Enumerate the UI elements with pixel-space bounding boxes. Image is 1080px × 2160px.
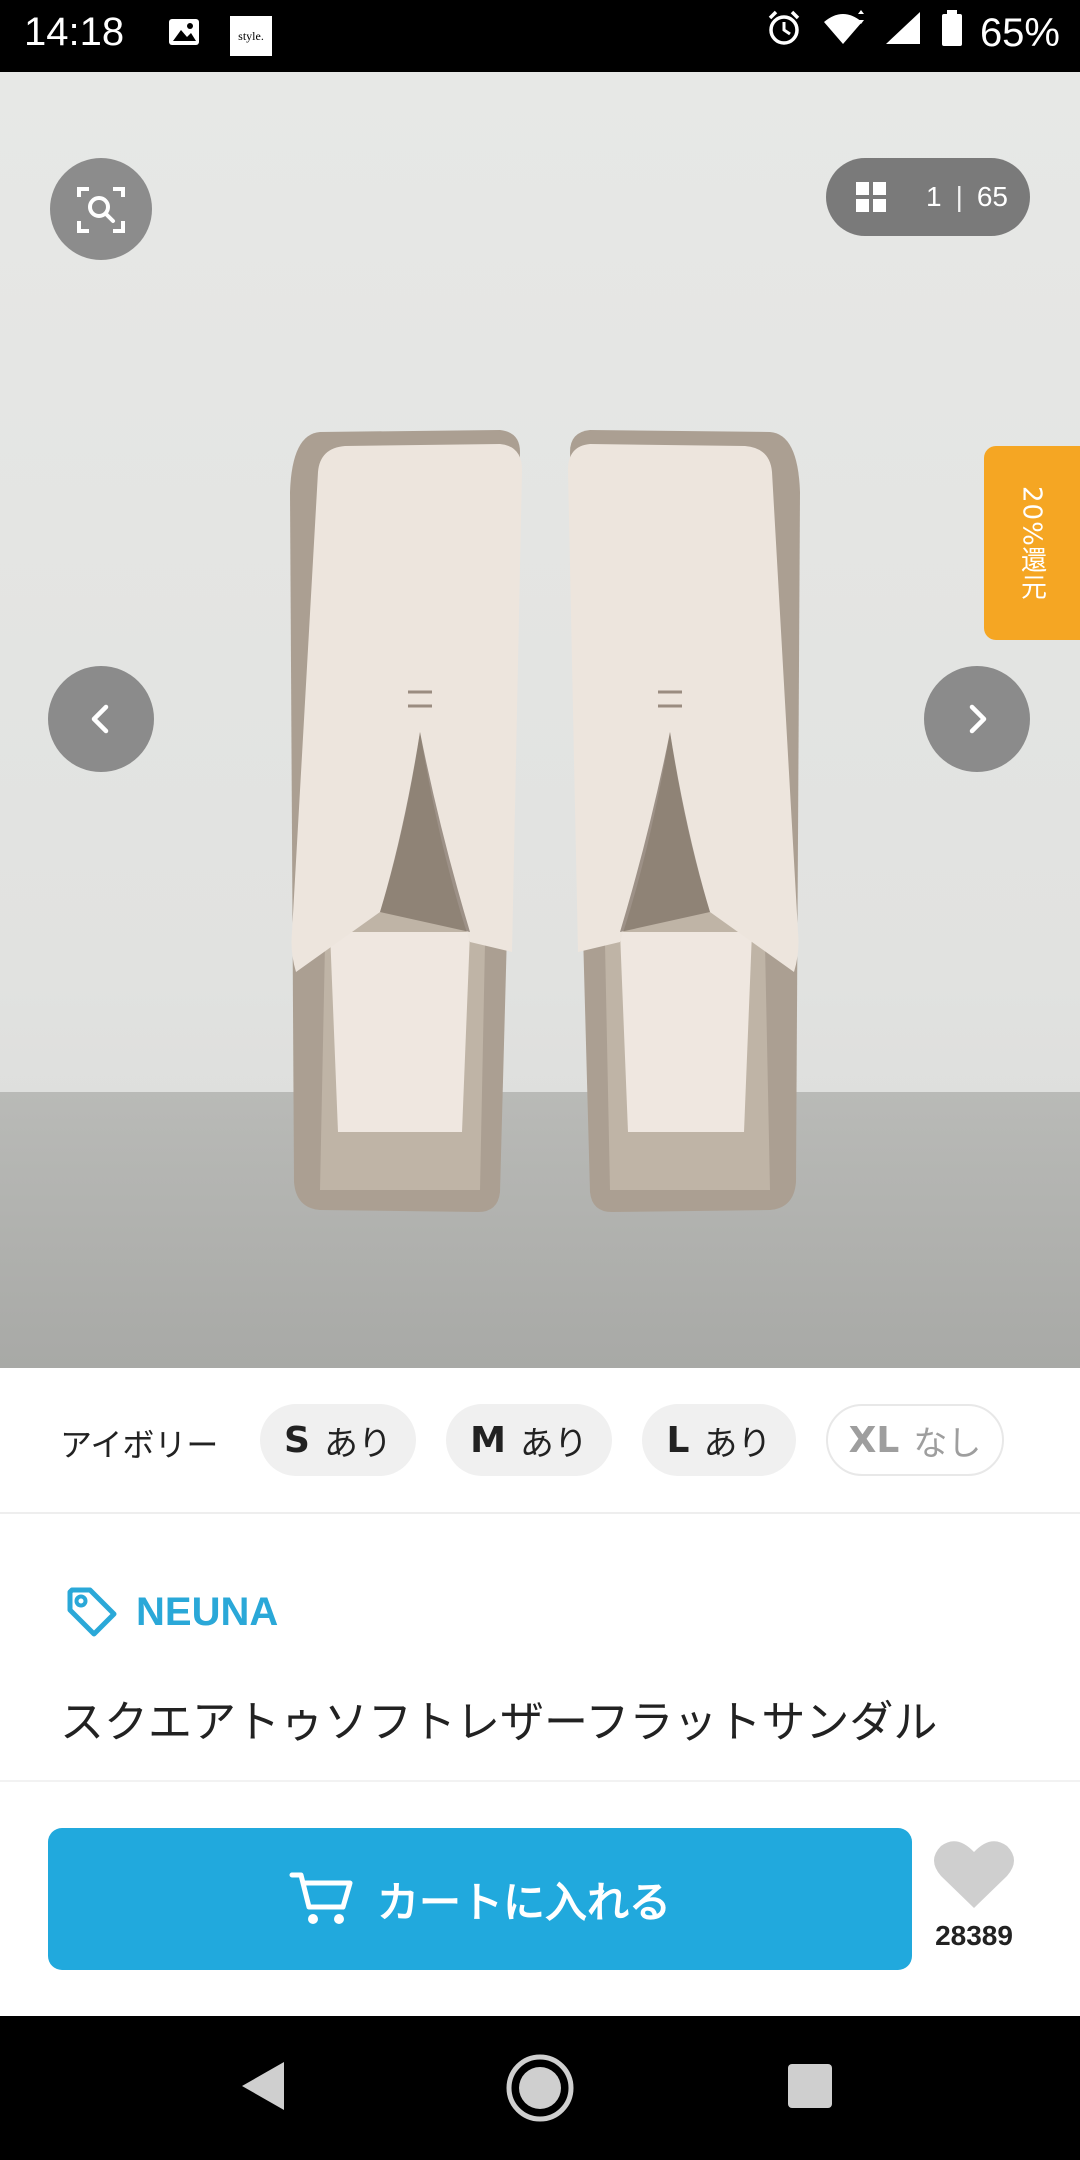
- system-navigation-bar: [0, 2016, 1080, 2160]
- size-label: S: [284, 1419, 310, 1461]
- size-chip-m[interactable]: M あり: [446, 1404, 612, 1476]
- product-image-gallery[interactable]: 1 | 65 20%還元: [0, 72, 1080, 1368]
- size-chip-s[interactable]: S あり: [260, 1404, 416, 1476]
- signal-icon: [882, 8, 924, 58]
- favorite-button[interactable]: 28389: [910, 1838, 1038, 1952]
- product-title: スクエアトゥソフトレザーフラットサンダル: [60, 1697, 938, 1748]
- stock-label: あり: [519, 1423, 588, 1464]
- image-counter-separator: |: [955, 181, 963, 212]
- image-counter-total: 65: [976, 181, 1009, 212]
- product-photo-sandals: [290, 430, 800, 1212]
- color-name: アイボリー: [60, 1426, 219, 1464]
- brand-link[interactable]: NEUNA: [64, 1584, 278, 1640]
- next-image-button[interactable]: [924, 666, 1030, 772]
- favorite-count: 28389: [935, 1920, 1013, 1951]
- gallery-notification-icon: [166, 14, 202, 54]
- grid-view-icon: [856, 182, 886, 212]
- chevron-right-icon: [969, 704, 987, 734]
- stock-label: あり: [323, 1423, 392, 1464]
- add-to-cart-button[interactable]: カートに入れる: [48, 1828, 912, 1970]
- size-chip-l[interactable]: L あり: [642, 1404, 796, 1476]
- wifi-icon: [820, 8, 866, 58]
- tag-icon: [67, 1587, 117, 1637]
- battery-percent: 65%: [979, 10, 1060, 55]
- size-label: XL: [848, 1419, 900, 1461]
- size-label: M: [470, 1419, 506, 1461]
- brand-name: NEUNA: [136, 1589, 279, 1634]
- image-counter[interactable]: 1 | 65: [826, 158, 1030, 236]
- chevron-left-icon: [91, 704, 109, 734]
- style-app-icon: style.: [230, 16, 272, 56]
- size-selector: アイボリー S あり M あり L あり XL なし: [0, 1368, 1080, 1514]
- heart-icon: [934, 1841, 1014, 1908]
- stock-label: あり: [703, 1423, 772, 1464]
- image-search-button[interactable]: [50, 158, 152, 260]
- back-triangle-icon: [242, 2062, 284, 2110]
- previous-image-button[interactable]: [48, 666, 154, 772]
- recents-button[interactable]: [786, 2062, 834, 2114]
- cart-icon: [289, 1872, 353, 1924]
- points-reward-label: 20%還元: [1016, 485, 1047, 601]
- status-bar: 14:18 style. 65%: [0, 0, 1080, 72]
- image-counter-current: 1: [926, 181, 942, 212]
- battery-icon: [940, 8, 964, 58]
- alarm-icon: [764, 8, 804, 58]
- home-circle-icon: [506, 2054, 574, 2122]
- add-to-cart-label: カートに入れる: [376, 1877, 671, 1927]
- recents-square-icon: [788, 2064, 832, 2108]
- back-button[interactable]: [236, 2058, 290, 2118]
- status-time: 14:18: [24, 10, 125, 54]
- size-label: L: [666, 1419, 690, 1461]
- style-app-label: style.: [238, 28, 264, 43]
- stock-label: なし: [913, 1423, 982, 1464]
- image-search-icon: [77, 187, 125, 233]
- points-reward-tab[interactable]: 20%還元: [984, 446, 1080, 640]
- size-chip-xl[interactable]: XL なし: [826, 1404, 1004, 1476]
- purchase-action-bar: カートに入れる 28389: [0, 1780, 1080, 2018]
- home-button[interactable]: [504, 2052, 576, 2128]
